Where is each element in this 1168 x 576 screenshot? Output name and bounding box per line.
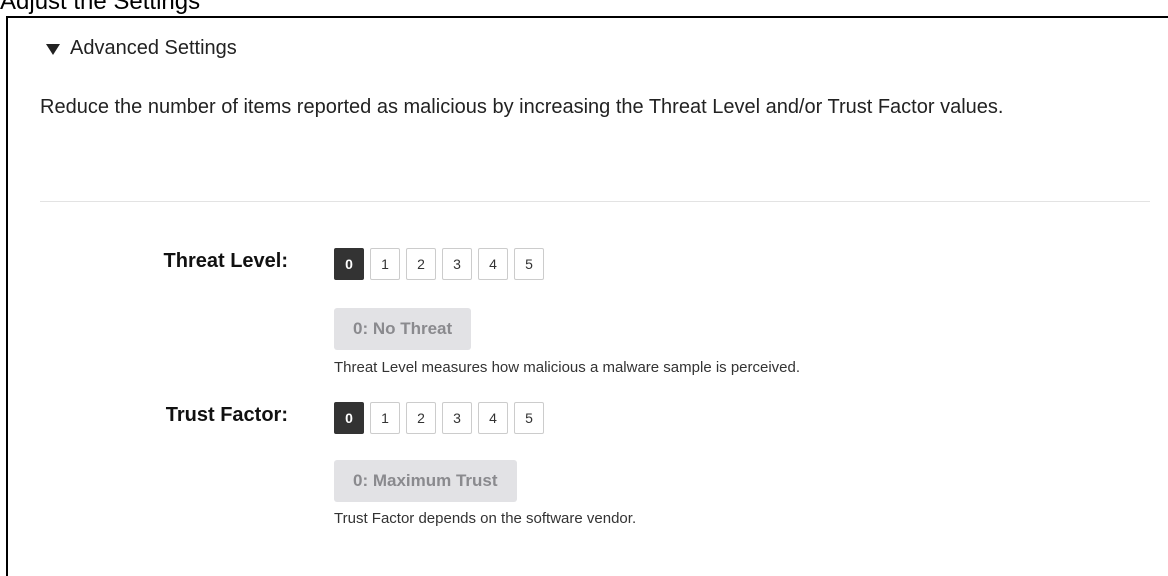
advanced-settings-panel: Advanced Settings Reduce the number of i…: [6, 16, 1168, 576]
trust-factor-value-badge: 0: Maximum Trust: [334, 460, 517, 502]
threat-level-option-5[interactable]: 5: [514, 248, 544, 280]
threat-level-option-1[interactable]: 1: [370, 248, 400, 280]
trust-factor-option-2[interactable]: 2: [406, 402, 436, 434]
threat-level-help-text: Threat Level measures how malicious a ma…: [334, 359, 801, 376]
trust-factor-option-3[interactable]: 3: [442, 402, 472, 434]
trust-factor-option-0[interactable]: 0: [334, 402, 364, 434]
trust-factor-option-5[interactable]: 5: [514, 402, 544, 434]
threat-level-option-3[interactable]: 3: [442, 248, 472, 280]
trust-factor-option-4[interactable]: 4: [478, 402, 508, 434]
threat-level-selector: 0 1 2 3 4 5: [334, 248, 544, 280]
threat-level-option-0[interactable]: 0: [334, 248, 364, 280]
trust-factor-selector: 0 1 2 3 4 5: [334, 402, 544, 434]
threat-level-option-2[interactable]: 2: [406, 248, 436, 280]
threat-level-option-4[interactable]: 4: [478, 248, 508, 280]
caret-down-icon: [46, 44, 60, 55]
threat-level-label: Threat Level:: [163, 250, 288, 272]
trust-factor-help-text: Trust Factor depends on the software ven…: [334, 510, 637, 527]
header-fragment: Adjust the Settings: [0, 0, 201, 15]
advanced-settings-toggle[interactable]: Advanced Settings: [46, 37, 237, 60]
divider: [40, 201, 1150, 202]
threat-level-value-badge: 0: No Threat: [334, 308, 472, 350]
trust-factor-option-1[interactable]: 1: [370, 402, 400, 434]
section-title: Advanced Settings: [70, 37, 237, 59]
trust-factor-label: Trust Factor:: [165, 404, 288, 426]
settings-description: Reduce the number of items reported as m…: [40, 96, 1004, 118]
